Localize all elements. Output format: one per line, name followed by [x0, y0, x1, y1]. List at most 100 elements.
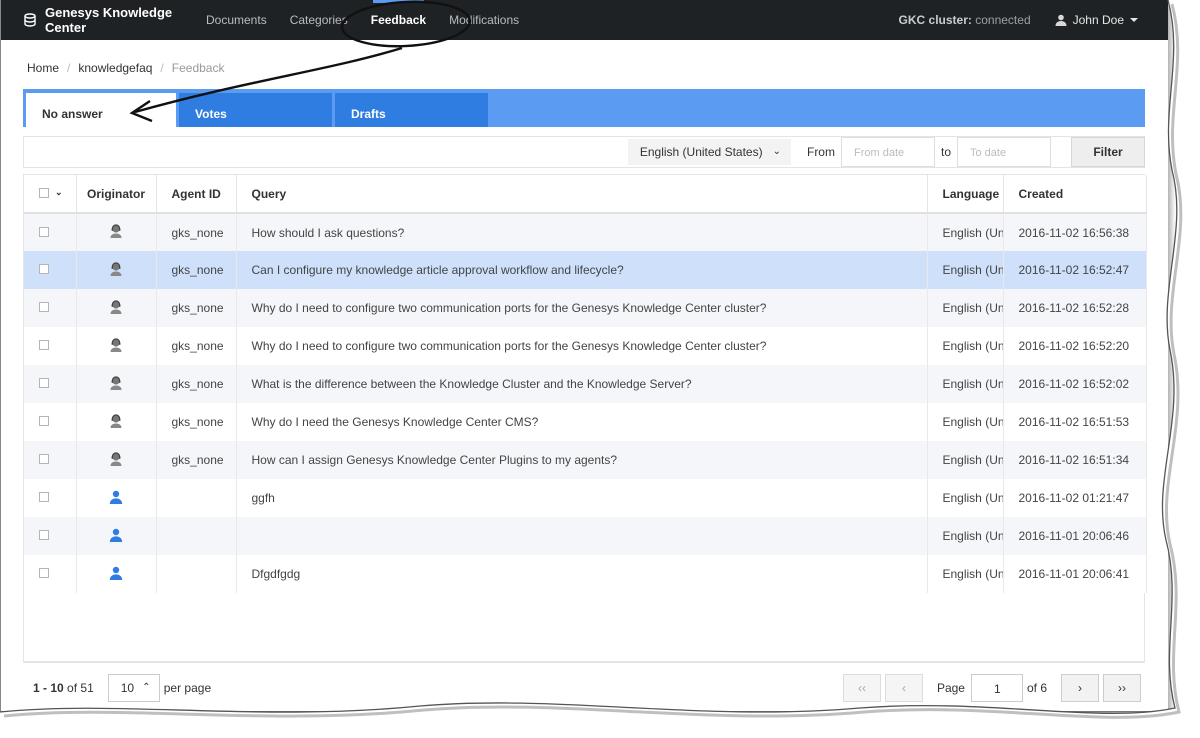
chevron-down-icon	[1130, 18, 1138, 22]
tab-votes[interactable]: Votes	[179, 89, 332, 127]
col-originator[interactable]: Originator	[76, 175, 157, 214]
tab-no-answer[interactable]: No answer	[23, 89, 176, 127]
row-select[interactable]	[24, 365, 77, 403]
record-count: 1 - 10 of 51	[33, 680, 94, 695]
row-checkbox[interactable]	[39, 416, 49, 426]
row-checkbox[interactable]	[39, 530, 49, 540]
table-row[interactable]: gks_none How can I assign Genesys Knowled…	[24, 441, 1147, 479]
nav-feedback[interactable]: Feedback	[371, 0, 426, 40]
agent-icon	[109, 224, 123, 241]
breadcrumb-home[interactable]: Home	[27, 61, 59, 75]
chevron-up-icon: ⌃	[142, 682, 151, 693]
select-all-header[interactable]: ⌄	[24, 175, 77, 214]
row-checkbox[interactable]	[39, 454, 49, 464]
last-page-button[interactable]: ››	[1103, 673, 1141, 702]
page-number-input[interactable]: 1	[970, 673, 1023, 702]
query-cell[interactable]: What is the difference between the Knowl…	[236, 365, 928, 403]
language-cell: English (Un	[927, 555, 1004, 593]
nav-modifications[interactable]: Modifications	[449, 0, 519, 40]
row-select[interactable]	[24, 479, 77, 517]
language-cell: English (Un	[927, 327, 1004, 365]
originator-cell	[76, 213, 157, 251]
originator-cell	[76, 289, 157, 327]
row-select[interactable]	[24, 517, 77, 555]
query-cell[interactable]: How should I ask questions?	[236, 213, 928, 251]
table-row[interactable]: gks_none Why do I need to configure two c…	[24, 289, 1147, 327]
table-row[interactable]: English (Un 2016-11-01 20:06:46	[24, 517, 1147, 555]
row-select[interactable]	[24, 327, 77, 365]
table-row[interactable]: gks_none How should I ask questions? Engli…	[24, 213, 1147, 251]
nav-documents[interactable]: Documents	[206, 0, 267, 40]
breadcrumb-kb[interactable]: knowledgefaq	[78, 61, 152, 75]
agent-icon	[109, 337, 123, 355]
query-cell[interactable]: Can I configure my knowledge article app…	[236, 251, 928, 289]
agent-id-cell: gks_none	[156, 289, 237, 327]
table-row[interactable]: gks_none What is the difference between t…	[24, 365, 1147, 403]
row-checkbox[interactable]	[39, 492, 49, 502]
filter-bar: English (United States) ⌄ From From date…	[23, 136, 1145, 168]
col-query[interactable]: Query	[236, 175, 928, 214]
query-cell[interactable]	[236, 517, 928, 555]
from-label: From	[806, 145, 835, 159]
to-date-input[interactable]: To date	[957, 137, 1051, 167]
row-select[interactable]	[24, 441, 77, 479]
row-checkbox[interactable]	[39, 340, 49, 350]
query-cell[interactable]: Why do I need to configure two communica…	[236, 327, 928, 365]
originator-cell	[76, 251, 157, 289]
col-created[interactable]: Created	[1003, 175, 1147, 214]
row-select[interactable]	[24, 251, 77, 289]
user-menu[interactable]: John Doe	[1055, 13, 1138, 27]
row-select[interactable]	[24, 403, 77, 441]
created-cell: 2016-11-01 20:06:46	[1003, 517, 1147, 555]
query-cell[interactable]: Why do I need to configure two communica…	[236, 289, 928, 327]
col-agent-id[interactable]: Agent ID	[156, 175, 237, 214]
row-checkbox[interactable]	[39, 568, 49, 578]
row-select[interactable]	[24, 289, 77, 327]
nav-categories[interactable]: Categories	[290, 0, 348, 40]
row-select[interactable]	[24, 555, 77, 593]
table-footer: 1 - 10 of 51 10 ⌃ per page ‹‹ ‹ Page 1 o…	[23, 662, 1145, 711]
filter-button[interactable]: Filter	[1071, 137, 1145, 167]
chevron-down-icon[interactable]: ⌄	[55, 187, 63, 198]
language-cell: English (Un	[927, 213, 1004, 251]
prev-page-button[interactable]: ‹	[884, 673, 923, 702]
created-cell: 2016-11-02 16:52:20	[1003, 327, 1147, 365]
brand[interactable]: Genesys Knowledge Center	[1, 5, 206, 35]
originator-cell	[76, 365, 157, 403]
language-select[interactable]: English (United States) ⌄	[627, 139, 791, 165]
row-checkbox[interactable]	[39, 264, 49, 274]
agent-icon	[109, 261, 123, 279]
row-checkbox[interactable]	[39, 226, 49, 237]
first-page-button[interactable]: ‹‹	[842, 673, 881, 702]
feedback-table: ⌄ Originator Agent ID Query Language Cre…	[23, 174, 1147, 662]
table-row[interactable]: gks_none Why do I need the Genesys Knowle…	[24, 403, 1147, 441]
row-checkbox[interactable]	[39, 378, 49, 388]
table-row[interactable]: gks_none Why do I need to configure two c…	[24, 327, 1147, 365]
table-row[interactable]: gks_none Can I configure my knowledge art…	[24, 251, 1147, 289]
feedback-tabs: No answer Votes Drafts	[23, 89, 1145, 127]
per-page-select[interactable]: 10 ⌃	[107, 673, 160, 702]
from-date-input[interactable]: From date	[840, 137, 935, 167]
table-row[interactable]: ggfh English (Un 2016-11-02 01:21:47	[24, 479, 1147, 517]
query-cell[interactable]: ggfh	[236, 479, 928, 517]
next-page-button[interactable]: ›	[1061, 673, 1099, 702]
user-icon	[109, 528, 123, 545]
query-cell[interactable]: How can I assign Genesys Knowledge Cente…	[236, 441, 928, 479]
agent-id-cell	[156, 517, 237, 555]
table-row[interactable]: Dfgdfgdg English (Un 2016-11-01 20:06:41	[24, 555, 1147, 593]
query-cell[interactable]: Why do I need the Genesys Knowledge Cent…	[236, 403, 928, 441]
col-language[interactable]: Language	[927, 175, 1004, 214]
user-icon	[109, 490, 123, 507]
language-cell: English (Un	[927, 517, 1004, 555]
originator-cell	[76, 517, 157, 555]
language-cell: English (Un	[927, 289, 1004, 327]
select-all-checkbox[interactable]	[39, 187, 49, 198]
query-cell[interactable]: Dfgdfgdg	[236, 555, 928, 593]
row-checkbox[interactable]	[39, 302, 49, 312]
agent-icon	[109, 375, 123, 393]
breadcrumb: Home / knowledgefaq / Feedback	[27, 61, 225, 75]
language-cell: English (Un	[927, 441, 1004, 479]
brand-name: Genesys Knowledge Center	[45, 5, 173, 35]
row-select[interactable]	[24, 213, 77, 251]
tab-drafts[interactable]: Drafts	[335, 89, 488, 127]
